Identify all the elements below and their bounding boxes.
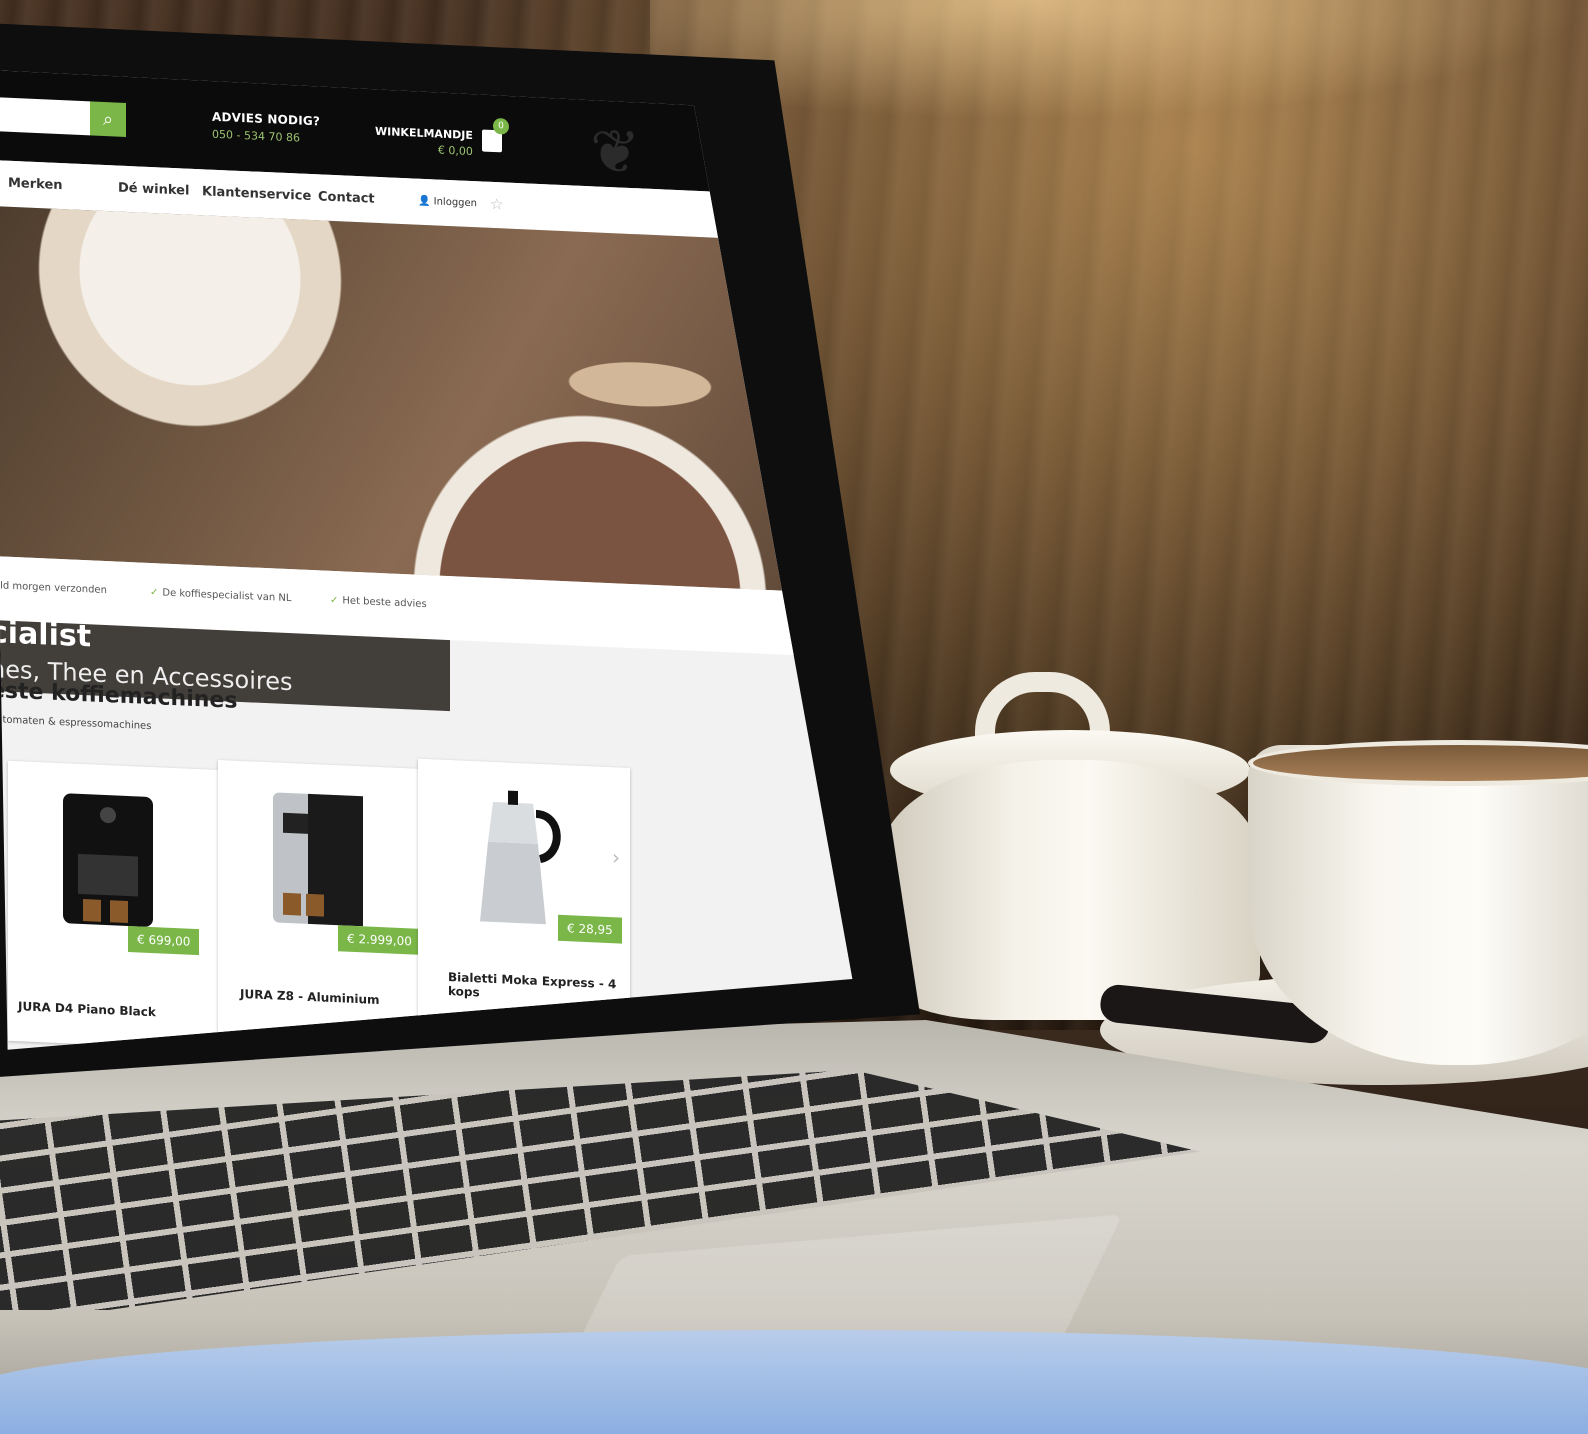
advice-phone[interactable]: 050 - 534 70 86 [212,128,320,146]
advice-block[interactable]: ADVIES NODIG? 050 - 534 70 86 [212,110,320,146]
cart-count-badge: 0 [493,117,509,135]
product-image [273,792,363,927]
usp-label: De koffiespecialist van NL [162,587,292,605]
usp-item: ✓ De koffiespecialist van NL [150,587,291,604]
usp-label: teld morgen verzonden [0,580,107,597]
check-icon: ✓ [150,586,159,599]
product-price: € 2.999,00 [338,925,421,955]
usp-label: Het beste advies [342,595,427,611]
user-icon: 👤 [418,195,431,208]
usp-item: teld morgen verzonden [0,580,107,596]
nav-item-klantenservice[interactable]: Klantenservice [202,184,311,204]
product-image [63,793,153,927]
photo-scene: ⌕ ADVIES NODIG? 050 - 534 70 86 WINKELMA… [0,0,1588,1434]
leaf-logo-icon: ❦ [590,116,641,189]
product-name[interactable]: JURA Z8 - Aluminium [240,987,380,1007]
cart-total: € 0,00 [437,143,473,159]
cart-title: WINKELMANDJE [375,124,473,143]
product-price: € 28,95 [558,914,622,944]
product-card[interactable]: € 2.999,00 JURA Z8 - Aluminium [218,759,430,1050]
nav-item-de-winkel[interactable]: Dé winkel [118,181,189,199]
search-input[interactable] [0,97,90,136]
login-label: Inloggen [433,196,478,210]
chevron-right-icon[interactable]: › [612,845,620,869]
login-link[interactable]: 👤 Inloggen [418,196,477,210]
search-icon: ⌕ [102,108,114,130]
product-price: € 699,00 [128,926,200,956]
star-icon[interactable]: ☆ [490,195,503,214]
search-button[interactable]: ⌕ [90,101,126,137]
product-card[interactable]: € 28,95 Bialetti Moka Express - 4 kops [418,758,630,1028]
product-name[interactable]: Bialetti Moka Express - 4 kops [448,970,618,1005]
sugar-bowl [880,760,1260,1020]
section-subtitle: automaten & espressomachines [0,714,152,733]
nav-item-contact[interactable]: Contact [318,189,375,206]
blue-wave-graphic [0,1330,1588,1434]
nav-item-merken[interactable]: Merken [8,176,63,193]
cart-block[interactable]: WINKELMANDJE € 0,00 [375,125,473,158]
check-icon: ✓ [330,594,339,607]
usp-item: ✓ Het beste advies [330,595,427,610]
product-name[interactable]: JURA D4 Piano Black [18,999,156,1019]
product-image [480,790,561,925]
wall-light [650,0,1588,120]
product-card[interactable]: € 699,00 JURA D4 Piano Black [8,760,220,1050]
advice-title: ADVIES NODIG? [212,109,321,129]
